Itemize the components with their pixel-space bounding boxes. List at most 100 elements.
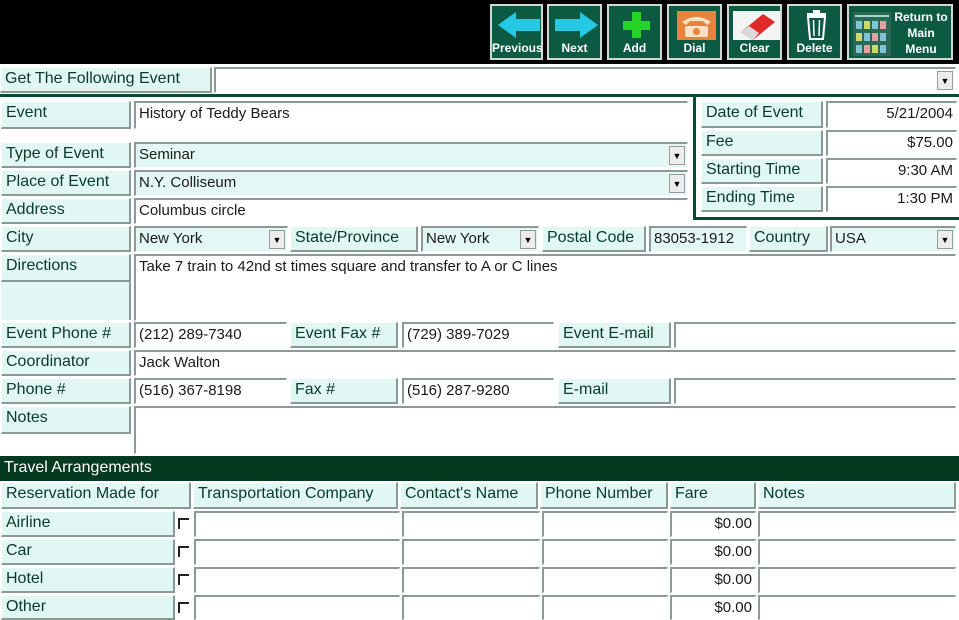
- delete-button[interactable]: Delete: [787, 4, 842, 60]
- event-form-window: Previous Next Add Dial Clear Delete Retu…: [0, 0, 959, 620]
- directions-label-filler: [1, 282, 131, 320]
- plus-icon: [623, 12, 650, 38]
- coordinator-email-field[interactable]: [674, 378, 956, 404]
- address-label: Address: [1, 198, 131, 224]
- dial-label: Dial: [683, 41, 706, 55]
- ending-time-label: Ending Time: [701, 186, 823, 212]
- airline-phone-field[interactable]: [542, 511, 668, 537]
- other-checkbox[interactable]: [178, 602, 189, 613]
- event-phone-field[interactable]: (212) 289-7340: [134, 322, 287, 348]
- get-event-label: Get The Following Event: [0, 67, 212, 93]
- airline-checkbox[interactable]: [178, 518, 189, 529]
- event-fax-field[interactable]: (729) 389-7029: [402, 322, 554, 348]
- arrow-right-icon: [555, 12, 598, 38]
- add-button[interactable]: Add: [607, 4, 662, 60]
- travel-arrangements-title: Travel Arrangements: [0, 456, 959, 481]
- event-name-field[interactable]: History of Teddy Bears: [134, 101, 688, 129]
- place-of-event-value: N.Y. Colliseum: [139, 174, 237, 191]
- other-contact-field[interactable]: [402, 595, 540, 620]
- column-header-notes: Notes: [758, 482, 956, 509]
- car-checkbox[interactable]: [178, 546, 189, 557]
- type-of-event-value: Seminar: [139, 146, 195, 163]
- coordinator-label: Coordinator: [1, 350, 131, 376]
- travel-row-label-car: Car: [1, 539, 175, 565]
- return-label-line3: Menu: [905, 42, 937, 56]
- hotel-checkbox[interactable]: [178, 574, 189, 585]
- type-of-event-combo[interactable]: Seminar ▼: [134, 142, 688, 168]
- coordinator-phone-label: Phone #: [1, 378, 131, 404]
- address-field[interactable]: Columbus circle: [134, 198, 688, 224]
- notes-label: Notes: [1, 406, 131, 434]
- hotel-contact-field[interactable]: [402, 567, 540, 593]
- add-label: Add: [622, 41, 647, 55]
- car-phone-field[interactable]: [542, 539, 668, 565]
- event-label: Event: [1, 101, 131, 129]
- get-event-combo[interactable]: ▼: [214, 67, 956, 93]
- ending-time-field[interactable]: 1:30 PM: [826, 186, 957, 212]
- return-label-line2: Main: [907, 26, 935, 40]
- column-header-transportation-company: Transportation Company: [193, 482, 398, 509]
- coordinator-field[interactable]: Jack Walton: [134, 350, 956, 376]
- chevron-down-icon[interactable]: ▼: [669, 146, 685, 165]
- main-menu-thumbnail-icon: [853, 12, 891, 56]
- dial-button[interactable]: Dial: [667, 4, 722, 60]
- chevron-down-icon[interactable]: ▼: [937, 71, 953, 90]
- other-company-field[interactable]: [194, 595, 400, 620]
- car-contact-field[interactable]: [402, 539, 540, 565]
- airline-company-field[interactable]: [194, 511, 400, 537]
- directions-field[interactable]: Take 7 train to 42nd st times square and…: [134, 254, 956, 321]
- country-label: Country: [749, 226, 828, 252]
- chevron-down-icon[interactable]: ▼: [937, 230, 953, 249]
- fee-field[interactable]: $75.00: [826, 130, 957, 156]
- notes-field[interactable]: [134, 406, 956, 454]
- column-header-contacts-name: Contact's Name: [400, 482, 538, 509]
- starting-time-field[interactable]: 9:30 AM: [826, 158, 957, 184]
- column-header-phone-number: Phone Number: [540, 482, 668, 509]
- car-fare-field[interactable]: $0.00: [670, 539, 756, 565]
- travel-row-label-other: Other: [1, 595, 175, 620]
- place-of-event-combo[interactable]: N.Y. Colliseum ▼: [134, 170, 688, 196]
- hotel-fare-field[interactable]: $0.00: [670, 567, 756, 593]
- chevron-down-icon[interactable]: ▼: [669, 174, 685, 193]
- airline-contact-field[interactable]: [402, 511, 540, 537]
- clear-label: Clear: [739, 41, 770, 55]
- type-of-event-label: Type of Event: [1, 142, 131, 168]
- chevron-down-icon[interactable]: ▼: [269, 230, 285, 249]
- car-company-field[interactable]: [194, 539, 400, 565]
- place-of-event-label: Place of Event: [1, 170, 131, 196]
- trash-icon: [806, 10, 827, 40]
- directions-label: Directions: [1, 254, 131, 282]
- hotel-company-field[interactable]: [194, 567, 400, 593]
- other-fare-field[interactable]: $0.00: [670, 595, 756, 620]
- date-of-event-label: Date of Event: [701, 101, 823, 128]
- starting-time-label: Starting Time: [701, 158, 823, 184]
- column-header-reservation: Reservation Made for: [1, 482, 191, 509]
- postal-code-field[interactable]: 83053-1912: [649, 226, 747, 252]
- coordinator-fax-label: Fax #: [290, 378, 398, 404]
- city-combo[interactable]: New York ▼: [134, 226, 288, 252]
- date-of-event-field[interactable]: 5/21/2004: [826, 101, 957, 128]
- hotel-notes-field[interactable]: [758, 567, 956, 593]
- return-label-line1: Return to: [894, 10, 948, 24]
- airline-fare-field[interactable]: $0.00: [670, 511, 756, 537]
- airline-notes-field[interactable]: [758, 511, 956, 537]
- other-notes-field[interactable]: [758, 595, 956, 620]
- next-label: Next: [561, 41, 588, 55]
- next-button[interactable]: Next: [547, 4, 602, 60]
- event-email-field[interactable]: [674, 322, 956, 348]
- city-label: City: [1, 226, 131, 252]
- car-notes-field[interactable]: [758, 539, 956, 565]
- other-phone-field[interactable]: [542, 595, 668, 620]
- previous-button[interactable]: Previous: [490, 4, 543, 60]
- state-province-combo[interactable]: New York ▼: [421, 226, 539, 252]
- country-combo[interactable]: USA ▼: [830, 226, 956, 252]
- hotel-phone-field[interactable]: [542, 567, 668, 593]
- delete-label: Delete: [796, 41, 833, 55]
- chevron-down-icon[interactable]: ▼: [520, 230, 536, 249]
- coordinator-fax-field[interactable]: (516) 287-9280: [402, 378, 554, 404]
- coordinator-phone-field[interactable]: (516) 367-8198: [134, 378, 287, 404]
- return-to-main-menu-button[interactable]: Return to Main Menu: [847, 4, 953, 60]
- eraser-icon: [733, 11, 780, 40]
- clear-button[interactable]: Clear: [727, 4, 782, 60]
- event-phone-label: Event Phone #: [1, 322, 131, 348]
